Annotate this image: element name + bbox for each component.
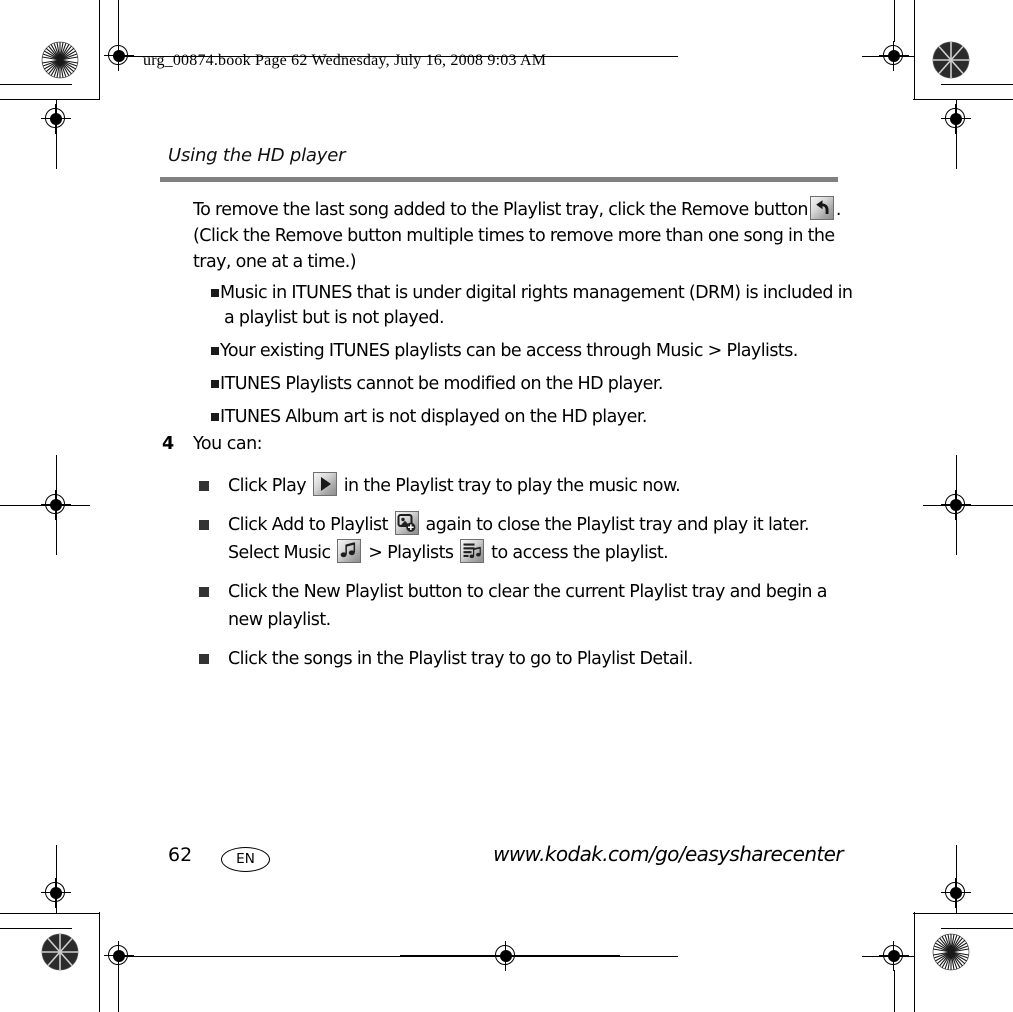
registration-mark-bottom-right <box>879 941 909 971</box>
action-label-before: Click the New Playlist button to clear t… <box>228 582 827 630</box>
action-label-before: Click the songs in the Playlist tray to … <box>228 649 693 669</box>
trim-line-upper-left-h <box>0 99 100 100</box>
intro-paragraph-continued: (Click the Remove button multiple times … <box>193 226 835 272</box>
list-item: Click the songs in the Playlist tray to … <box>199 645 849 673</box>
trim-line-upper-right-h <box>913 99 1013 100</box>
registration-mark-top-left <box>104 41 134 71</box>
trim-line-left-inner-bottom <box>118 970 119 1012</box>
trim-line-right-top <box>914 0 915 100</box>
intro-paragraph-lead: To remove the last song added to the Pla… <box>193 200 808 220</box>
square-bullet-icon <box>211 380 219 388</box>
square-bullet-icon <box>199 654 209 664</box>
action-label-mid2: > Playlists <box>368 543 454 563</box>
language-badge: EN <box>221 847 270 872</box>
intro-paragraph: To remove the last song added to the Pla… <box>193 196 853 275</box>
page-title: Using the HD player <box>168 145 346 166</box>
actions-list: Click Play in the Playlist tray to play … <box>199 472 849 684</box>
action-label-before: Click Play <box>228 476 307 496</box>
header-divider <box>160 177 838 182</box>
trim-line-left-bottom <box>99 912 100 1012</box>
square-bullet-icon <box>199 587 209 597</box>
square-bullet-icon <box>199 520 209 530</box>
list-item: Click Add to Playlist again to close the… <box>199 511 849 567</box>
starburst-mark-top-left <box>41 41 79 79</box>
list-item: Click Play in the Playlist tray to play … <box>199 472 849 500</box>
trim-line-lower-left-h <box>0 913 100 914</box>
list-item: Click the New Playlist button to clear t… <box>199 578 849 634</box>
trim-line-lower-left-h2 <box>0 928 72 929</box>
square-bullet-icon <box>211 413 219 421</box>
document-info-line: urg_00874.book Page 62 Wednesday, July 1… <box>143 52 547 69</box>
notes-list: Music in ITUNES that is under digital ri… <box>211 281 861 438</box>
square-bullet-icon <box>199 481 209 491</box>
trim-line-left-top <box>99 0 100 100</box>
remove-icon[interactable] <box>809 196 834 220</box>
trim-line-upper-right-h2 <box>941 84 1013 85</box>
intro-paragraph-tail: . <box>835 200 842 220</box>
registration-mark-lower-right <box>941 878 971 908</box>
support-url: www.kodak.com/go/easysharecenter <box>493 842 843 866</box>
action-label-after: to access the playlist. <box>491 543 669 563</box>
trim-line-right-inner-bottom <box>894 970 895 1012</box>
list-item-label: ITUNES Playlists cannot be modified on t… <box>220 374 663 394</box>
registration-mark-bottom-left <box>104 941 134 971</box>
trim-line-left-inner-top <box>118 0 119 42</box>
registration-mark-mid-left <box>41 490 71 520</box>
starburst-mark-bottom-right <box>932 933 970 971</box>
square-bullet-icon <box>211 289 219 297</box>
list-item-label: Music in ITUNES that is under digital ri… <box>220 283 853 328</box>
action-label-after: in the Playlist tray to play the music n… <box>343 476 681 496</box>
registration-mark-top-right <box>879 41 909 71</box>
trim-line-right-inner-top <box>894 0 895 42</box>
step-label: You can: <box>193 434 263 454</box>
registration-mark-upper-left <box>41 104 71 134</box>
trim-line-lower-right-h2 <box>941 928 1013 929</box>
trim-line-left-bottom-h <box>118 956 678 957</box>
starburst-mark-top-right <box>932 41 970 79</box>
list-item: ITUNES Playlists cannot be modified on t… <box>211 372 861 397</box>
page-number: 62 <box>168 844 193 866</box>
registration-mark-lower-left <box>41 878 71 908</box>
playlists-icon[interactable] <box>460 539 485 563</box>
registration-mark-bottom-center <box>491 941 521 971</box>
starburst-mark-bottom-left <box>41 933 79 971</box>
square-bullet-icon <box>211 347 219 355</box>
trim-line-lower-right-h <box>913 913 1013 914</box>
list-item: Music in ITUNES that is under digital ri… <box>211 281 861 331</box>
play-icon[interactable] <box>312 472 337 496</box>
music-note-icon[interactable] <box>337 539 362 563</box>
step-number: 4 <box>162 434 175 454</box>
registration-mark-mid-right <box>941 490 971 520</box>
list-item: ITUNES Album art is not displayed on the… <box>211 405 861 430</box>
trim-line-upper-left-h2 <box>0 84 72 85</box>
trim-line-right-bottom <box>914 912 915 1012</box>
add-to-playlist-icon[interactable] <box>394 511 419 535</box>
registration-mark-upper-right <box>941 104 971 134</box>
list-item: Your existing ITUNES playlists can be ac… <box>211 339 861 364</box>
action-label-before: Click Add to Playlist <box>228 515 388 535</box>
trim-line-bottom-center-h <box>400 955 620 956</box>
list-item-label: ITUNES Album art is not displayed on the… <box>220 407 647 427</box>
list-item-label: Your existing ITUNES playlists can be ac… <box>220 341 798 361</box>
